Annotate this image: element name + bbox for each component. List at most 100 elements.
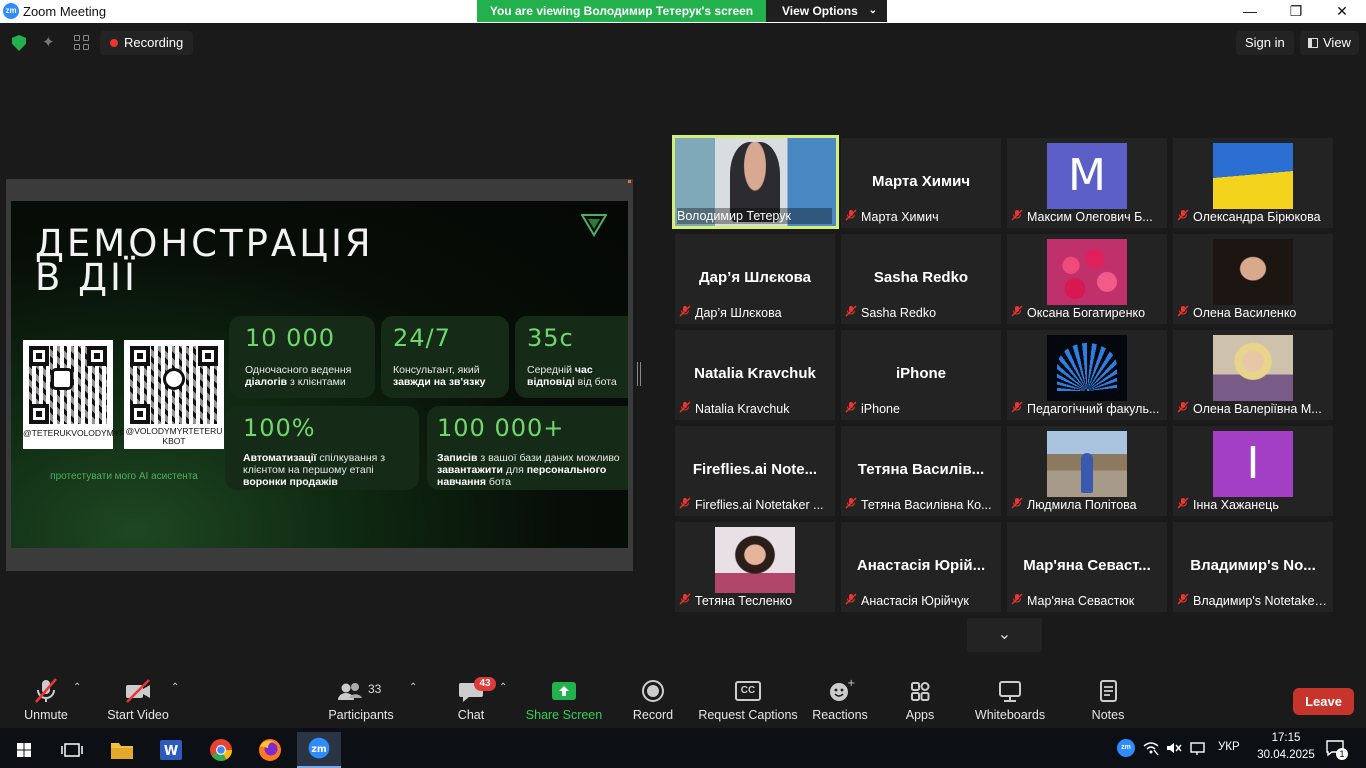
microsoft-word-icon[interactable]: W [149,732,193,768]
participant-tile[interactable]: Педагогічний факуль... [1007,330,1167,420]
meeting-top-toolbar: ✦ Recording Sign in View [0,23,1366,63]
participant-tile[interactable]: Мар'яна Севаст... Мар'яна Севастюк [1007,522,1167,612]
portrait-avatar [715,527,795,593]
qr-finder [29,404,49,424]
participant-tile[interactable]: Sasha Redko Sasha Redko [841,234,1001,324]
zoom-taskbar-icon[interactable]: zm [297,732,341,768]
participant-name-label: Оксана Богатиренко [1011,305,1163,322]
network-icon[interactable] [1142,740,1160,756]
participant-tile[interactable]: Олександра Бірюкова [1173,138,1333,228]
participant-tile[interactable]: iPhone iPhone [841,330,1001,420]
chrome-icon[interactable] [199,732,243,768]
qr-code-telegram[interactable]: @VOLODYMYRTETERU KBOT [124,340,224,449]
participant-name-label: Тетяна Василівна Ко... [845,497,997,514]
display-icon[interactable] [1189,740,1207,756]
video-options-caret[interactable]: ⌃ [171,682,179,693]
svg-text:+: + [847,678,855,689]
participant-tile[interactable]: Володимир Тетерук [672,135,839,229]
qr-finder [198,346,218,366]
encryption-shield-icon[interactable] [12,35,26,51]
record-button[interactable]: Record [603,678,703,722]
faculty-logo-avatar [1047,335,1127,401]
participant-tile[interactable]: Олена Василенко [1173,234,1333,324]
participant-tile[interactable]: Тетяна Тесленко [675,522,835,612]
close-button[interactable]: ✕ [1319,0,1365,23]
participant-name-label: Олена Валеріївна М... [1177,401,1329,418]
stat-card: 100 000+ Записів з вашої бази даних можл… [427,406,628,490]
participant-tile[interactable]: Олена Валеріївна М... [1173,330,1333,420]
chat-options-caret[interactable]: ⌃ [499,682,507,693]
unmute-button[interactable]: Unmute [0,678,96,722]
closed-captions-icon: CC [735,681,761,701]
participant-name-label: Анастасія Юрійчук [845,593,997,610]
participant-display-name: Марта Химич [871,173,971,190]
share-screen-button[interactable]: Share Screen [514,678,614,722]
whiteboards-button[interactable]: Whiteboards [960,678,1060,722]
zoom-logo-icon: zm [3,3,19,19]
chat-label: Chat [457,708,485,722]
apps-button[interactable]: Apps [870,678,970,722]
participants-options-caret[interactable]: ⌃ [409,682,417,693]
request-captions-button[interactable]: CC Request Captions [692,678,804,722]
participant-name-label: Fireflies.ai Notetaker ... [679,497,831,514]
portrait-avatar [1213,335,1293,401]
recording-indicator[interactable]: Recording [100,31,194,55]
share-screen-icon [552,682,576,700]
qr-finder [87,346,107,366]
brand-logo-icon [581,214,607,237]
participant-tile[interactable]: Марта Химич Марта Химич [841,138,1001,228]
ai-companion-icon[interactable]: ✦ [42,33,55,51]
apps-grid-icon[interactable] [74,35,90,51]
whiteboard-icon [999,681,1021,702]
clock-date[interactable]: 30.04.2025 [1253,749,1319,761]
file-explorer-icon[interactable] [100,732,144,768]
minimize-button[interactable]: — [1227,0,1273,23]
firefox-icon[interactable] [248,732,292,768]
participant-name-label: Олександра Бірюкова [1177,209,1329,226]
stat-description: Середній час відповіді від бота [527,364,617,388]
shared-screen[interactable]: ДЕМОНСТРАЦІЯ В ДІЇ @TETERUKVOLODYMYR @VO… [6,179,633,571]
sign-in-button[interactable]: Sign in [1236,31,1294,55]
clock-time[interactable]: 17:15 [1266,732,1306,744]
participant-tile[interactable]: Людмила Політова [1007,426,1167,516]
windows-start-icon[interactable] [2,732,46,768]
participant-tile[interactable]: M Максим Олегович Б... [1007,138,1167,228]
view-options-dropdown[interactable]: View Options ⌄ [766,0,887,22]
participant-tile[interactable]: Владимир's No... Владимир's Notetaker (..… [1173,522,1333,612]
participant-tile[interactable]: I Інна Хажанець [1173,426,1333,516]
participant-name-label: Sasha Redko [845,305,997,322]
split-view-drag-handle[interactable] [637,362,641,386]
participant-name-label: Педагогічний факуль... [1011,401,1163,418]
participants-button[interactable]: 33 Participants [311,678,411,722]
camera-off-icon [126,679,150,703]
portrait-avatar [1213,239,1293,305]
notes-button[interactable]: Notes [1058,678,1158,722]
speaker-muted-icon[interactable] [1165,740,1183,756]
qr-label: @VOLODYMYRTETERU KBOT [125,426,223,446]
view-button[interactable]: View [1300,31,1359,55]
maximize-button[interactable]: ❐ [1273,0,1319,23]
qr-code-instagram[interactable]: @TETERUKVOLODYMYR [23,340,126,449]
whiteboards-label: Whiteboards [974,708,1046,722]
participant-tile[interactable]: Анастасія Юрій... Анастасія Юрійчук [841,522,1001,612]
stat-description: Одночасного ведення діалогів з клієнтами [245,364,352,388]
participant-tile[interactable]: Оксана Богатиренко [1007,234,1167,324]
participants-count: 33 [368,682,382,696]
zoom-tray-icon[interactable]: zm [1117,739,1135,757]
participant-tile[interactable]: Тетяна Василів... Тетяна Василівна Ко... [841,426,1001,516]
qr-finder [29,346,49,366]
participant-tile[interactable]: Дар’я Шлєкова Дар’я Шлєкова [675,234,835,324]
participant-display-name: Sasha Redko [873,269,969,286]
participant-tile[interactable]: Fireflies.ai Note... Fireflies.ai Notetak… [675,426,835,516]
participant-tile[interactable]: Natalia Kravchuk Natalia Kravchuk [675,330,835,420]
task-view-icon[interactable] [50,732,94,768]
chevron-down-icon: ⌄ [997,626,1012,643]
keyboard-language[interactable]: УКР [1218,741,1240,753]
recording-dot-icon [110,39,118,47]
qr-caption: протестувати мого AI асистента [50,471,198,482]
audio-options-caret[interactable]: ⌃ [73,682,81,693]
gallery-next-page-button[interactable]: ⌄ [967,618,1042,652]
microphone-muted-icon [845,401,859,418]
participant-display-name: Natalia Kravchuk [694,365,816,382]
leave-meeting-button[interactable]: Leave [1293,688,1354,715]
